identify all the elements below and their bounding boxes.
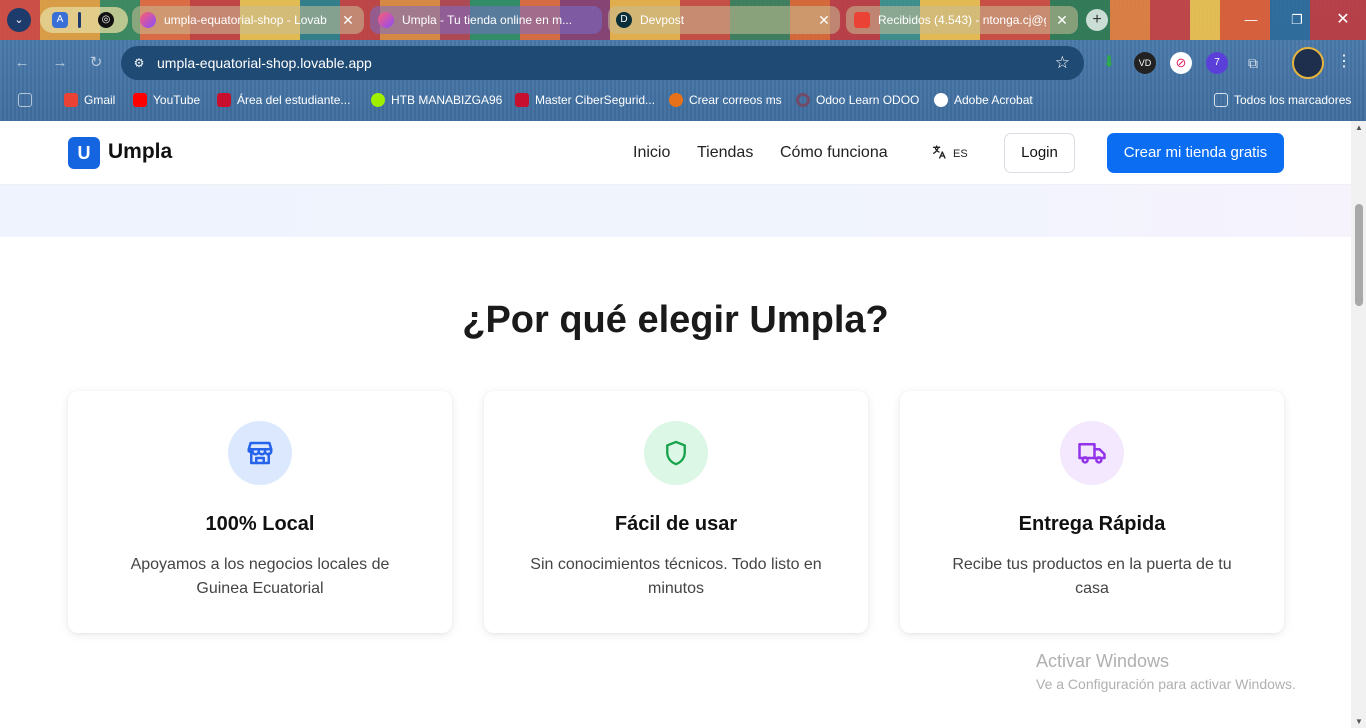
forward-arrow-icon[interactable]: →	[50, 53, 70, 73]
youtube-icon	[133, 93, 147, 107]
language-switcher[interactable]: ES	[931, 144, 968, 164]
htb-icon	[371, 93, 385, 107]
extensions-puzzle-icon[interactable]: ⧉	[1242, 52, 1264, 74]
chatgpt-icon[interactable]: ◎	[98, 12, 114, 28]
extension-badge-icon[interactable]: 7	[1206, 52, 1228, 74]
translate-icon	[931, 144, 947, 164]
bookmark-htb[interactable]: HTB MANABIZGA96	[371, 90, 502, 110]
nav-tiendas[interactable]: Tiendas	[697, 144, 753, 162]
scroll-thumb[interactable]	[1355, 204, 1363, 306]
pinned-app-icon[interactable]: A	[52, 12, 68, 28]
all-bookmarks[interactable]: Todos los marcadores	[1214, 90, 1351, 110]
apps-grid-icon[interactable]	[18, 90, 32, 110]
browser-chrome: ⌄ A ◎ umpla-equatorial-shop - Lovab ✕ Um…	[0, 0, 1366, 121]
web-page: U Umpla Inicio Tiendas Cómo funciona ES …	[0, 121, 1351, 728]
page-scrollbar[interactable]: ▲ ▼	[1351, 121, 1366, 728]
close-icon[interactable]: ✕	[816, 12, 832, 29]
tab-gmail[interactable]: Recibidos (4.543) - ntonga.cj@g ✕	[846, 6, 1078, 34]
grid-icon	[18, 93, 32, 107]
feature-card-easy: Fácil de usar Sin conocimientos técnicos…	[484, 391, 868, 633]
close-icon[interactable]: ✕	[340, 12, 356, 29]
bookmark-star-icon[interactable]: ☆	[1055, 53, 1070, 73]
store-icon	[228, 421, 292, 485]
back-arrow-icon[interactable]: ←	[12, 53, 32, 73]
toolbar: ← → ↻ ⚙ umpla-equatorial-shop.lovable.ap…	[0, 44, 1366, 82]
odoo-icon	[796, 93, 810, 107]
feature-card-delivery: Entrega Rápida Recibe tus productos en l…	[900, 391, 1284, 633]
feature-description: Recibe tus productos en la puerta de tu …	[952, 556, 1232, 597]
feature-description: Sin conocimientos técnicos. Todo listo e…	[530, 556, 822, 597]
nav-como-funciona[interactable]: Cómo funciona	[780, 144, 888, 162]
feature-title: Fácil de usar	[614, 513, 738, 535]
menu-kebab-icon[interactable]: ⋮	[1336, 51, 1352, 71]
tab-strip: ⌄ A ◎ umpla-equatorial-shop - Lovab ✕ Um…	[0, 0, 1366, 40]
vd-extension-icon[interactable]: VD	[1134, 52, 1156, 74]
close-icon[interactable]: ✕	[1054, 12, 1070, 29]
section-title: ¿Por qué elegir Umpla?	[462, 299, 889, 341]
bookmark-adobe[interactable]: Adobe Acrobat	[934, 90, 1033, 110]
site-header: U Umpla Inicio Tiendas Cómo funciona ES …	[0, 121, 1351, 185]
address-bar[interactable]: ⚙ umpla-equatorial-shop.lovable.app ☆	[121, 46, 1084, 80]
bookmark-crear-correos[interactable]: Crear correos ms	[669, 90, 782, 110]
download-extension-icon[interactable]: ⬇	[1098, 52, 1120, 74]
reload-icon[interactable]: ↻	[86, 53, 106, 73]
devpost-icon: D	[616, 12, 632, 28]
gmail-icon	[854, 12, 870, 28]
feature-description: Apoyamos a los negocios locales de Guine…	[130, 556, 390, 597]
window-close-icon[interactable]: ✕	[1320, 0, 1366, 40]
lovable-icon	[140, 12, 156, 28]
link-icon	[669, 93, 683, 107]
scroll-up-icon[interactable]: ▲	[1355, 123, 1363, 132]
minimize-icon[interactable]: —	[1228, 0, 1274, 40]
tab-divider	[78, 12, 81, 28]
feature-title: Entrega Rápida	[1018, 513, 1166, 535]
bookmark-master[interactable]: Master CiberSegurid...	[515, 90, 655, 110]
bookmark-youtube[interactable]: YouTube	[133, 90, 200, 110]
new-tab-button[interactable]: +	[1086, 9, 1108, 31]
language-code: ES	[953, 148, 968, 160]
windows-activation-subtitle: Ve a Configuración para activar Windows.	[1036, 676, 1296, 692]
tab-lovable-editor[interactable]: umpla-equatorial-shop - Lovab ✕	[132, 6, 364, 34]
url-text[interactable]: umpla-equatorial-shop.lovable.app	[157, 55, 372, 71]
truck-icon	[1060, 421, 1124, 485]
bookmark-odoo[interactable]: Odoo Learn ODOO	[796, 90, 919, 110]
feature-card-local: 100% Local Apoyamos a los negocios local…	[68, 391, 452, 633]
create-store-button[interactable]: Crear mi tienda gratis	[1107, 133, 1284, 173]
windows-activation-title: Activar Windows	[1036, 651, 1170, 671]
extension-badge-count: 7	[1214, 57, 1220, 68]
imf-icon	[217, 93, 231, 107]
restore-icon[interactable]: ❐	[1274, 0, 1320, 40]
tab-search-button[interactable]: ⌄	[7, 8, 31, 32]
tab-umpla[interactable]: Umpla - Tu tienda online en m...	[370, 6, 602, 34]
bookmark-area-estudiante[interactable]: Área del estudiante...	[217, 90, 350, 110]
logo-icon[interactable]: U	[68, 137, 100, 169]
brand-name[interactable]: Umpla	[108, 140, 172, 164]
hero-section-bottom	[0, 185, 1351, 237]
imf-icon	[515, 93, 529, 107]
tab-devpost[interactable]: D Devpost ✕	[608, 6, 840, 34]
login-button[interactable]: Login	[1004, 133, 1075, 173]
profile-avatar[interactable]	[1292, 47, 1324, 79]
bookmarks-bar: Gmail YouTube Área del estudiante... HTB…	[0, 88, 1366, 112]
bookmark-gmail[interactable]: Gmail	[64, 90, 115, 110]
nav-inicio[interactable]: Inicio	[633, 144, 670, 162]
globe-icon	[934, 93, 948, 107]
feature-title: 100% Local	[205, 513, 315, 535]
folder-icon	[1214, 93, 1228, 107]
gmail-icon	[64, 93, 78, 107]
site-settings-icon[interactable]: ⚙	[131, 55, 147, 71]
block-extension-icon[interactable]: ⊘	[1170, 52, 1192, 74]
scroll-down-icon[interactable]: ▼	[1355, 717, 1363, 726]
lovable-icon	[378, 12, 394, 28]
shield-icon	[644, 421, 708, 485]
